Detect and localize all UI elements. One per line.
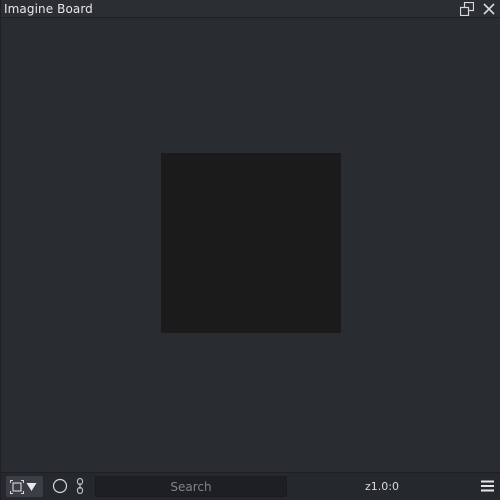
window-restore-icon — [460, 2, 474, 16]
imagine-board-window: Imagine Board Search z1.0:0 — [0, 0, 500, 500]
fit-view-button[interactable] — [6, 476, 43, 497]
circle-tool-button[interactable] — [52, 478, 68, 494]
bottom-toolbar: z1.0:0 — [1, 472, 500, 500]
hamburger-menu-icon — [480, 480, 494, 492]
link-icon — [76, 477, 84, 495]
close-icon — [483, 3, 495, 15]
search-input[interactable] — [95, 476, 287, 497]
zoom-readout: z1.0:0 — [365, 480, 399, 493]
menu-button[interactable] — [480, 479, 494, 493]
fit-frame-icon — [10, 479, 24, 494]
triangle-down-icon — [26, 482, 37, 491]
window-title: Imagine Board — [4, 1, 93, 16]
board-frame[interactable] — [161, 153, 341, 333]
link-button[interactable] — [75, 477, 85, 495]
title-actions — [459, 1, 497, 17]
board-canvas[interactable] — [1, 18, 500, 472]
circle-icon — [52, 478, 68, 494]
close-button[interactable] — [481, 1, 497, 17]
window-restore-button[interactable] — [459, 1, 475, 17]
title-bar: Imagine Board — [1, 0, 500, 18]
